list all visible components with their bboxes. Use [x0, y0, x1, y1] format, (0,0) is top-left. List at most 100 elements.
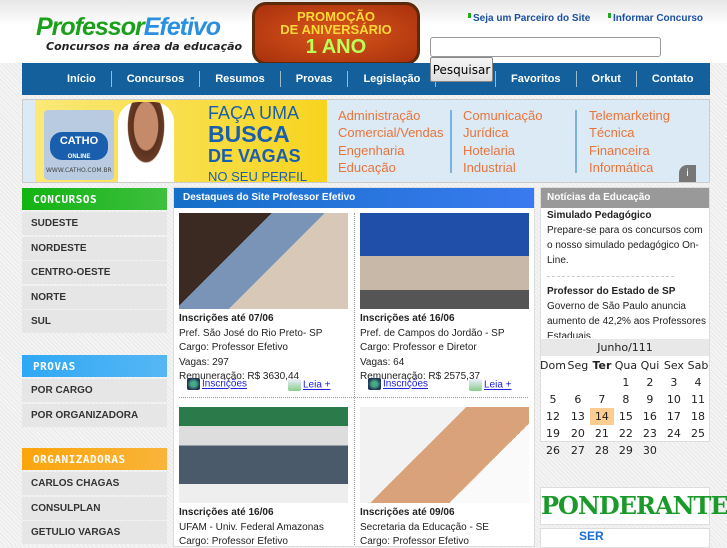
news-item[interactable]: Professor do Estado de SP Governo de São …: [547, 284, 707, 338]
nav-concursos[interactable]: Concursos: [110, 71, 199, 87]
calendar-day[interactable]: 21: [590, 425, 614, 442]
calendar-day[interactable]: 16: [638, 408, 662, 425]
sidebar-item[interactable]: NORTE: [22, 285, 167, 309]
card-image[interactable]: [360, 407, 529, 503]
ad-column-divider: [450, 110, 452, 173]
ser-ad[interactable]: SER: [540, 528, 710, 548]
calendar-day[interactable]: 12: [540, 408, 566, 425]
sidebar-item[interactable]: POR ORGANIZADORA: [22, 403, 167, 427]
sidebar-item[interactable]: SUL: [22, 310, 167, 334]
card-cargo: Cargo: Professor Efetivo: [179, 536, 288, 546]
nav-resumos[interactable]: Resumos: [199, 71, 280, 87]
ad-url: WWW.CATHO.COM.BR: [46, 167, 112, 174]
nav-legislação[interactable]: Legislação: [347, 71, 435, 87]
search-input[interactable]: [430, 37, 661, 57]
calendar-day[interactable]: 6: [566, 391, 590, 408]
partner-link[interactable]: Seja um Parceiro do Site: [468, 13, 590, 24]
catho-logo: CATHO ONLINE WWW.CATHO.COM.BR: [44, 110, 114, 180]
report-contest-link[interactable]: Informar Concurso: [608, 13, 703, 24]
search-button[interactable]: Pesquisar: [430, 57, 493, 82]
nav-contato[interactable]: Contato: [635, 71, 709, 87]
calendar-day[interactable]: 25: [686, 425, 710, 442]
sidebar-item[interactable]: POR CARGO: [22, 379, 167, 402]
calendar-day[interactable]: 1: [614, 374, 638, 391]
calendar-day[interactable]: 5: [540, 391, 566, 408]
calendar-day[interactable]: 19: [540, 425, 566, 442]
ad-category-link[interactable]: Jurídica: [463, 124, 543, 141]
calendar-day[interactable]: 3: [662, 374, 686, 391]
ad-category-link[interactable]: Financeira: [589, 142, 670, 159]
sidebar-item[interactable]: GETULIO VARGAS: [22, 521, 167, 545]
calendar-day[interactable]: 13: [566, 408, 590, 425]
ad-category-column: Telemarketing Técnica Financeira Informátic…: [589, 107, 670, 176]
card-image[interactable]: [360, 213, 529, 309]
calendar-weekdays: Dom Seg Ter Qua Qui Sex Sab: [540, 357, 710, 374]
calendar-day[interactable]: 9: [638, 391, 662, 408]
calendar-day[interactable]: 2: [638, 374, 662, 391]
calendar-day[interactable]: 22: [614, 425, 638, 442]
calendar-day[interactable]: 8: [614, 391, 638, 408]
ad-category-link[interactable]: Comercial/Vendas: [338, 124, 444, 141]
calendar-week: 19 20 21 22 23 24 25: [540, 425, 710, 442]
sidebar-item[interactable]: CENTRO-OESTE: [22, 261, 167, 285]
calendar-day[interactable]: 4: [686, 374, 710, 391]
ad-category-link[interactable]: Hotelaria: [463, 142, 543, 159]
calendar-day[interactable]: 20: [566, 425, 590, 442]
brand-sub: ONLINE: [67, 154, 91, 160]
ponderantes-ad[interactable]: PONDERANTES: [540, 487, 727, 525]
calendar-day[interactable]: 10: [662, 391, 686, 408]
document-arrow-icon: [469, 379, 482, 391]
ad-category-link[interactable]: Informática: [589, 159, 670, 176]
nav-início[interactable]: Início: [52, 71, 111, 87]
nav-favoritos[interactable]: Favoritos: [495, 71, 576, 87]
nav-provas[interactable]: Provas: [279, 71, 348, 87]
calendar-week: 1234: [540, 374, 710, 391]
card-image[interactable]: [179, 407, 348, 503]
sidebar-item[interactable]: NORDESTE: [22, 236, 167, 260]
ad-line: NO SEU PERFIL: [208, 169, 307, 184]
calendar-day[interactable]: 28: [590, 442, 614, 459]
row-divider: [179, 397, 528, 398]
read-more-link[interactable]: Leia +: [288, 379, 331, 391]
calendar-day[interactable]: 27: [566, 442, 590, 459]
sidebar-header-organizadoras: ORGANIZADORAS: [22, 448, 167, 470]
promo-banner[interactable]: PROMOÇÃO DE ANIVERSÁRIO 1 ANO: [252, 2, 420, 65]
card-image[interactable]: [179, 213, 348, 309]
calendar-day[interactable]: 30: [638, 442, 662, 459]
news-item[interactable]: Simulado Pedagógico Prepare-se para os co…: [547, 208, 707, 268]
ad-category-link[interactable]: Técnica: [589, 124, 670, 141]
site-logo[interactable]: ProfessorEfetivo: [36, 13, 221, 42]
calendar-month: Junho/111: [541, 339, 709, 356]
calendar-day[interactable]: 15: [614, 408, 638, 425]
weekday-label: Qua: [614, 359, 638, 372]
ad-column-divider: [575, 110, 577, 173]
read-more-link[interactable]: Leia +: [469, 379, 512, 391]
globe-icon: [368, 378, 381, 390]
sidebar-item[interactable]: SUDESTE: [22, 212, 167, 235]
ad-category-link[interactable]: Engenharia: [338, 142, 444, 159]
calendar-day[interactable]: 14: [589, 408, 614, 425]
nav-orkut[interactable]: Orkut: [575, 71, 636, 87]
inscricoes-link[interactable]: Inscrições: [368, 378, 428, 390]
sidebar-item[interactable]: CARLOS CHAGAS: [22, 472, 167, 495]
info-icon[interactable]: i: [679, 165, 696, 182]
ad-line: DE VAGAS: [208, 146, 301, 166]
ad-category-link[interactable]: Telemarketing: [589, 107, 670, 124]
calendar-day[interactable]: 7: [590, 391, 614, 408]
calendar-day[interactable]: 29: [614, 442, 638, 459]
inscricoes-label: Inscrições: [202, 378, 248, 390]
calendar-week: 26 27 28 29 30: [540, 442, 710, 459]
calendar-day[interactable]: 23: [638, 425, 662, 442]
sidebar-item[interactable]: CONSULPLAN: [22, 496, 167, 520]
calendar-day[interactable]: 26: [540, 442, 566, 459]
ad-category-link[interactable]: Educação: [338, 159, 444, 176]
ad-person-image: [118, 102, 174, 182]
calendar-day[interactable]: 17: [662, 408, 686, 425]
calendar-day[interactable]: 18: [686, 408, 710, 425]
ad-category-link[interactable]: Industrial: [463, 159, 543, 176]
ad-category-link[interactable]: Comunicação: [463, 107, 543, 124]
ad-category-link[interactable]: Administração: [338, 107, 444, 124]
inscricoes-link[interactable]: Inscrições: [187, 378, 247, 390]
calendar-day[interactable]: 11: [686, 391, 710, 408]
calendar-day[interactable]: 24: [662, 425, 686, 442]
